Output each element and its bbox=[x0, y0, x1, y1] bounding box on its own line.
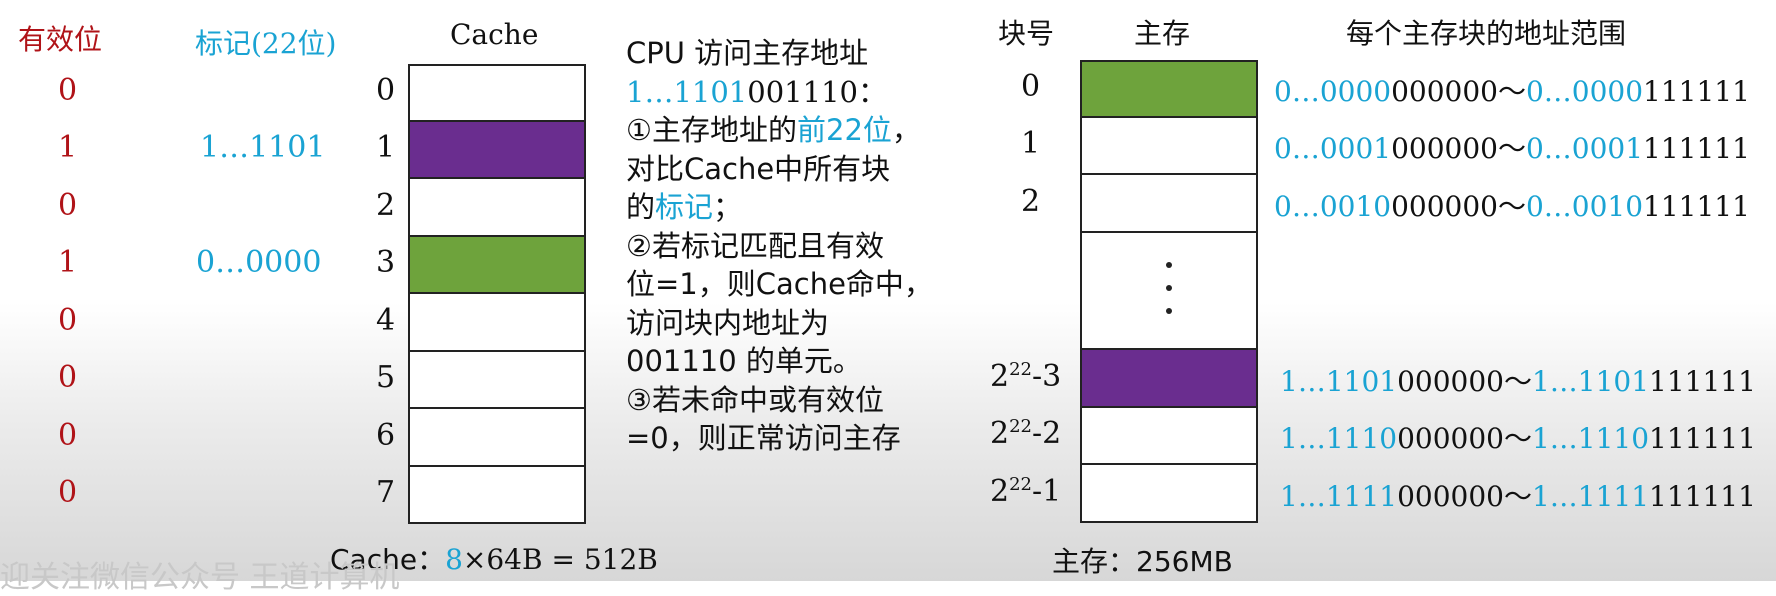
cache-line-number: 0 bbox=[376, 72, 396, 108]
cache-line-number: 2 bbox=[376, 187, 396, 223]
explanation-step1-end: 的标记； bbox=[626, 190, 743, 224]
memory-block bbox=[1080, 60, 1258, 118]
explanation-step1-cont: 对比Cache中所有块 bbox=[626, 151, 891, 186]
main-memory-header: 主存 bbox=[1134, 17, 1191, 50]
explanation-step3-end: =0，则正常访问主存 bbox=[626, 421, 901, 455]
cache-title: Cache bbox=[450, 18, 539, 51]
address-range: 1…1111000000～1…1111111111 bbox=[1280, 479, 1756, 513]
block-number-header: 块号 bbox=[998, 17, 1055, 50]
explanation-step2-cont: 位=1，则Cache命中， bbox=[626, 267, 933, 301]
ellipsis-dot bbox=[1166, 308, 1172, 314]
valid-bit: 0 bbox=[58, 302, 78, 338]
cache-line-number: 3 bbox=[376, 245, 396, 281]
ellipsis-dot bbox=[1166, 262, 1172, 268]
address-range: 1…1110000000～1…1110111111 bbox=[1280, 422, 1756, 456]
explanation-step3: ③若未命中或有效位 bbox=[626, 382, 884, 417]
valid-bit: 0 bbox=[58, 187, 78, 223]
explanation-line-1: CPU 访问主存地址 bbox=[626, 36, 869, 70]
memory-block-number: 2 bbox=[1021, 183, 1041, 219]
cache-line bbox=[408, 236, 586, 294]
cache-line bbox=[408, 121, 586, 179]
valid-bit: 0 bbox=[58, 475, 78, 511]
cache-tag: 0…0000 bbox=[196, 245, 322, 281]
memory-size-label: 主存：256MB bbox=[1052, 545, 1233, 578]
cache-line-number: 4 bbox=[376, 302, 396, 338]
memory-block bbox=[1080, 117, 1258, 175]
cache-line bbox=[408, 466, 586, 524]
access-explanation: CPU 访问主存地址 1…1101001110： ①主存地址的前22位， 对比C… bbox=[626, 34, 933, 458]
watermark: 迎关注微信公众号 王道计算机 bbox=[0, 560, 400, 595]
cache-line bbox=[408, 351, 586, 409]
cache-line bbox=[408, 64, 586, 122]
memory-block-ellipsis bbox=[1080, 232, 1258, 350]
explanation-step2: ②若标记匹配且有效 bbox=[626, 228, 884, 263]
memory-block-number: 222-2 bbox=[990, 416, 1062, 452]
address-range: 0…0000000000～0…0000111111 bbox=[1274, 74, 1750, 108]
tag-header: 标记(22位) bbox=[195, 27, 337, 60]
memory-block-number: 0 bbox=[1021, 68, 1041, 104]
valid-bit: 0 bbox=[58, 360, 78, 396]
explanation-address: 1…1101001110： bbox=[626, 74, 887, 109]
cache-line bbox=[408, 179, 586, 237]
cache-line-number: 5 bbox=[376, 360, 396, 396]
cache-line-number: 6 bbox=[376, 417, 396, 453]
cache-line-count: 8 bbox=[445, 543, 463, 576]
explanation-step1: ①主存地址的前22位， bbox=[626, 113, 921, 147]
cache-line-number: 7 bbox=[376, 475, 396, 511]
valid-bit: 1 bbox=[58, 130, 78, 166]
address-range: 0…0010000000～0…0010111111 bbox=[1274, 189, 1750, 223]
address-range: 1…1101000000～1…1101111111 bbox=[1280, 364, 1756, 398]
valid-bit-header: 有效位 bbox=[18, 23, 103, 56]
cache-line bbox=[408, 409, 586, 467]
cache-tag: 1…1101 bbox=[200, 130, 326, 166]
memory-block-number: 1 bbox=[1021, 126, 1041, 162]
explanation-step2-end: 001110 的单元。 bbox=[626, 344, 862, 378]
memory-block bbox=[1080, 465, 1258, 523]
valid-bit: 0 bbox=[58, 417, 78, 453]
memory-block-number: 222-1 bbox=[990, 473, 1062, 509]
memory-block bbox=[1080, 350, 1258, 408]
memory-block bbox=[1080, 175, 1258, 233]
valid-bit: 0 bbox=[58, 72, 78, 108]
cache-line-number: 1 bbox=[376, 130, 396, 166]
ellipsis-dot bbox=[1166, 285, 1172, 291]
valid-bit: 1 bbox=[58, 245, 78, 281]
memory-block bbox=[1080, 407, 1258, 465]
memory-block-number: 222-3 bbox=[990, 358, 1062, 394]
explanation-step2-cont2: 访问块内地址为 bbox=[626, 305, 830, 340]
address-range: 0…0001000000～0…0001111111 bbox=[1274, 132, 1750, 166]
cache-line bbox=[408, 294, 586, 352]
address-range-header: 每个主存块的地址范围 bbox=[1346, 17, 1627, 50]
